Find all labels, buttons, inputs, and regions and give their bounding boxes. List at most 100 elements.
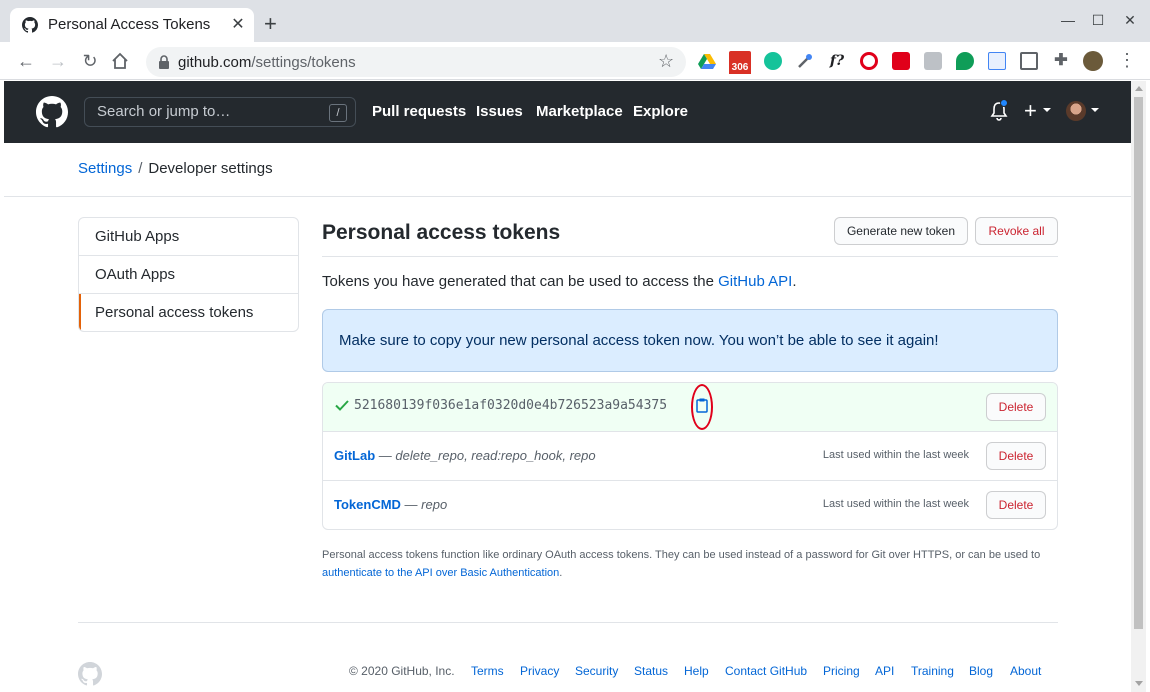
footer-divider — [78, 622, 1058, 623]
browser-tab[interactable]: Personal Access Tokens ✕ — [10, 8, 254, 42]
close-window-icon[interactable]: ✕ — [1120, 12, 1140, 29]
check-icon — [335, 400, 349, 411]
github-api-link[interactable]: GitHub API — [718, 273, 792, 290]
github-header: Search or jump to… / Pull requests Issue… — [4, 81, 1131, 143]
settings-side-menu: GitHub Apps OAuth Apps Personal access t… — [78, 217, 299, 332]
sidebar-item-personal-access-tokens[interactable]: Personal access tokens — [79, 294, 298, 331]
scroll-up-icon[interactable] — [1135, 86, 1143, 91]
token-row: GitLab — delete_repo, read:repo_hook, re… — [323, 432, 1057, 481]
page-title: Personal access tokens — [322, 221, 561, 244]
sidebar-item-oauth-apps[interactable]: OAuth Apps — [79, 256, 298, 294]
bookmark-star-icon[interactable]: ☆ — [658, 51, 674, 72]
token-last-used: Last used within the last week — [822, 449, 969, 461]
user-avatar[interactable] — [1066, 101, 1086, 121]
github-logo-icon[interactable] — [36, 96, 68, 128]
tokens-description: Tokens you have generated that can be us… — [322, 273, 797, 290]
new-tab-icon[interactable]: + — [264, 13, 277, 35]
address-bar[interactable]: github.com/settings/tokens ☆ — [146, 47, 686, 77]
formula-icon[interactable]: f? — [828, 52, 846, 70]
github-footer-logo-icon[interactable] — [78, 662, 102, 686]
token-entry: GitLab — delete_repo, read:repo_hook, re… — [334, 448, 596, 463]
browser-tab-bar: Personal Access Tokens ✕ + — ☐ ✕ — [0, 0, 1150, 42]
page-scrollbar[interactable] — [1131, 81, 1146, 692]
token-entry: TokenCMD — repo — [334, 497, 448, 512]
scroll-down-icon[interactable] — [1135, 681, 1143, 686]
record-icon[interactable] — [860, 52, 878, 70]
footer-link-status[interactable]: Status — [634, 664, 668, 678]
extensions-puzzle-icon[interactable]: ✚ — [1052, 52, 1070, 70]
divider — [322, 256, 1058, 257]
nav-pull-requests[interactable]: Pull requests — [372, 103, 466, 120]
footer-link-security[interactable]: Security — [575, 664, 618, 678]
search-input[interactable]: Search or jump to… / — [84, 97, 356, 127]
chevron-down-icon[interactable] — [1091, 108, 1099, 112]
back-icon[interactable]: ← — [15, 50, 37, 72]
profile-avatar[interactable] — [1083, 51, 1103, 71]
token-row: TokenCMD — repo Last used within the las… — [323, 481, 1057, 529]
create-new-icon[interactable]: + — [1024, 98, 1037, 124]
nav-explore[interactable]: Explore — [633, 103, 688, 120]
url-text: github.com/settings/tokens — [178, 54, 356, 71]
browser-toolbar: ← → ↻ github.com/settings/tokens ☆ 306 f… — [0, 42, 1150, 80]
google-drive-icon[interactable] — [698, 52, 716, 70]
maximize-icon[interactable]: ☐ — [1088, 12, 1108, 29]
notification-indicator — [1000, 99, 1008, 107]
token-list: 521680139f036e1af0320d0e4b726523a9a54375… — [322, 382, 1058, 530]
gmail-extension-icon[interactable]: 306 — [729, 51, 751, 74]
footer-link-api[interactable]: API — [875, 664, 894, 678]
close-tab-icon[interactable]: ✕ — [228, 14, 248, 34]
footer-link-pricing[interactable]: Pricing — [823, 664, 860, 678]
token-scopes: repo — [421, 497, 448, 512]
minimize-icon[interactable]: — — [1058, 12, 1078, 28]
footer-link-contact[interactable]: Contact GitHub — [725, 664, 807, 678]
divider — [4, 196, 1131, 197]
search-shortcut-key: / — [329, 104, 347, 122]
copy-token-notice: Make sure to copy your new personal acce… — [322, 309, 1058, 372]
token-scopes: delete_repo, read:repo_hook, repo — [395, 448, 596, 463]
red-extension-icon[interactable] — [892, 52, 910, 70]
footer-link-help[interactable]: Help — [684, 664, 709, 678]
github-favicon-icon — [22, 17, 38, 33]
breadcrumb-separator: / — [138, 160, 143, 177]
lock-icon — [159, 55, 169, 69]
footer-copyright: © 2020 GitHub, Inc. — [349, 664, 455, 678]
footer-link-privacy[interactable]: Privacy — [520, 664, 559, 678]
delete-token-button[interactable]: Delete — [986, 491, 1046, 519]
forward-icon[interactable]: → — [47, 50, 69, 72]
breadcrumb-settings-link[interactable]: Settings — [78, 160, 132, 177]
browser-menu-icon[interactable]: ⋮ — [1118, 50, 1136, 71]
delete-token-button[interactable]: Delete — [986, 442, 1046, 470]
eyedropper-icon[interactable] — [796, 52, 814, 70]
chevron-down-icon[interactable] — [1043, 108, 1051, 112]
footer-link-about[interactable]: About — [1010, 664, 1041, 678]
nav-issues[interactable]: Issues — [476, 103, 523, 120]
delete-token-button[interactable]: Delete — [986, 393, 1046, 421]
footer-link-training[interactable]: Training — [911, 664, 954, 678]
token-name-link[interactable]: TokenCMD — [334, 497, 401, 512]
new-token-row: 521680139f036e1af0320d0e4b726523a9a54375… — [323, 383, 1057, 432]
grammarly-icon[interactable] — [764, 52, 782, 70]
generate-new-token-button[interactable]: Generate new token — [834, 217, 968, 245]
tokens-note: Personal access tokens function like ord… — [322, 549, 1041, 579]
footer-link-terms[interactable]: Terms — [471, 664, 504, 678]
highlight-circle — [691, 384, 713, 430]
search-placeholder: Search or jump to… — [97, 103, 231, 120]
breadcrumb: Settings / Developer settings — [78, 160, 273, 177]
document-extension-icon[interactable] — [988, 52, 1006, 70]
home-icon[interactable] — [111, 52, 129, 70]
basic-auth-link[interactable]: authenticate to the API over Basic Authe… — [322, 567, 559, 579]
nav-marketplace[interactable]: Marketplace — [536, 103, 623, 120]
revoke-all-button[interactable]: Revoke all — [975, 217, 1058, 245]
new-token-value[interactable]: 521680139f036e1af0320d0e4b726523a9a54375 — [354, 398, 667, 413]
tab-title: Personal Access Tokens — [48, 16, 211, 33]
gray-extension-icon[interactable] — [924, 52, 942, 70]
token-last-used: Last used within the last week — [822, 498, 969, 510]
reload-icon[interactable]: ↻ — [79, 50, 101, 72]
sidebar-item-github-apps[interactable]: GitHub Apps — [79, 218, 298, 256]
breadcrumb-current: Developer settings — [148, 160, 273, 177]
scrollbar-thumb[interactable] — [1134, 97, 1143, 629]
screenshot-extension-icon[interactable] — [1020, 52, 1038, 70]
green-extension-icon[interactable] — [956, 52, 974, 70]
footer-link-blog[interactable]: Blog — [969, 664, 993, 678]
token-name-link[interactable]: GitLab — [334, 448, 375, 463]
